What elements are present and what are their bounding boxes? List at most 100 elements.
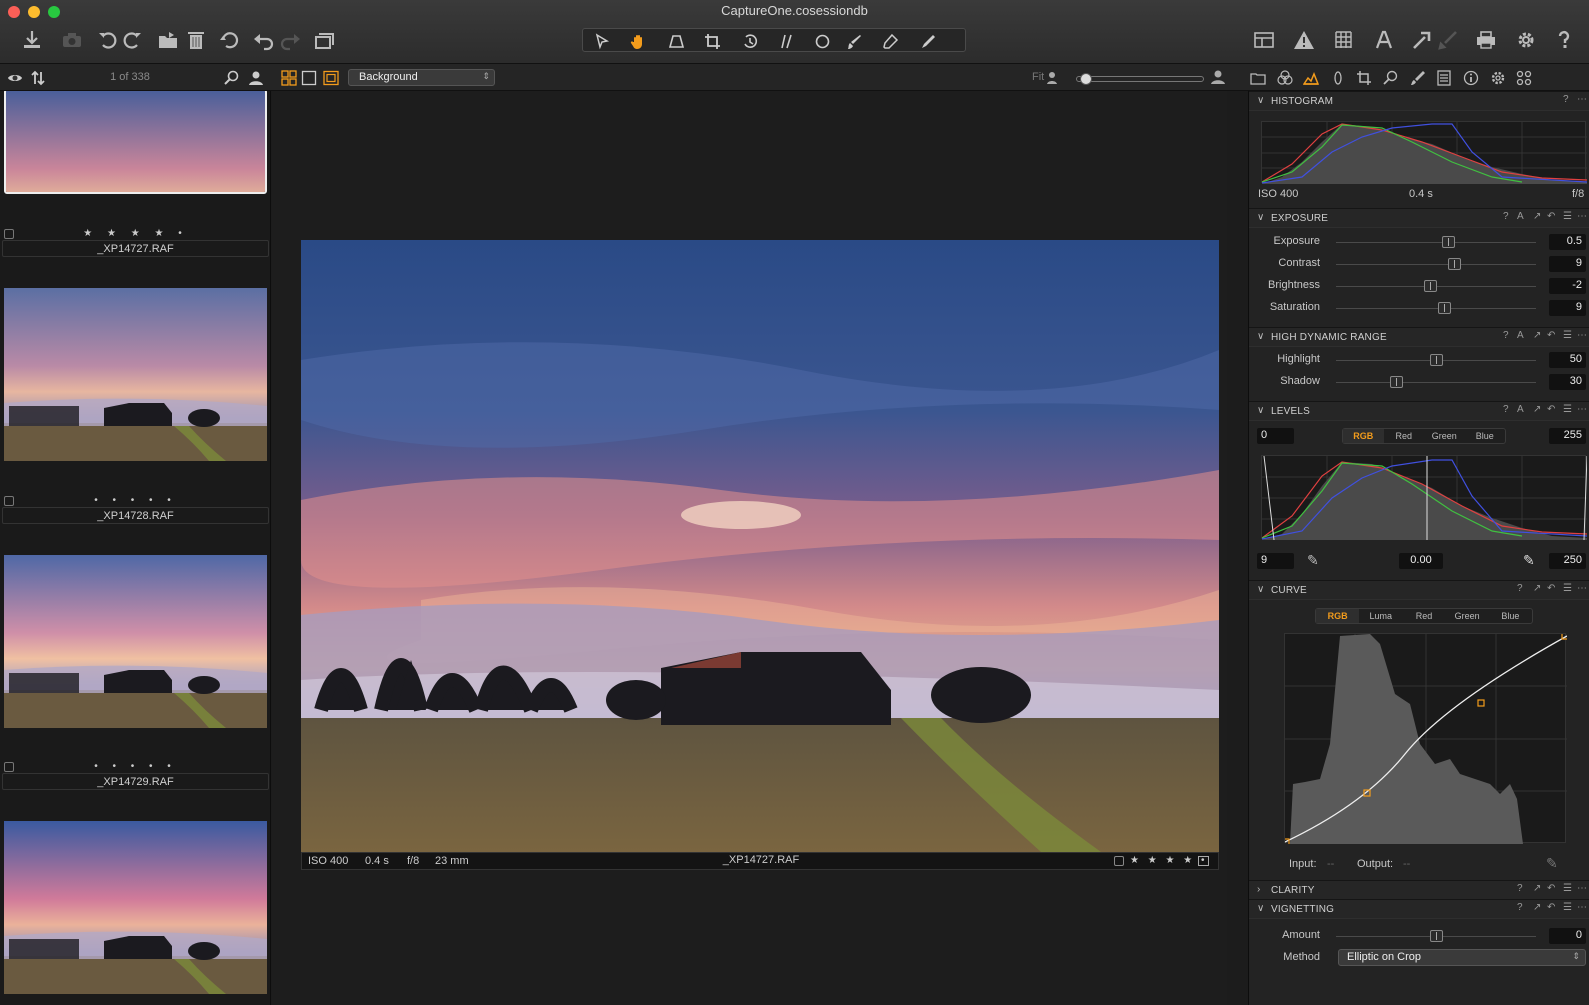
tab-blue[interactable]: Blue: [1465, 429, 1506, 443]
apply-icon[interactable]: ↗: [1533, 583, 1541, 594]
tab-red[interactable]: Red: [1402, 609, 1445, 623]
exposure-value[interactable]: 9: [1549, 300, 1586, 316]
exposure-value[interactable]: -2: [1549, 278, 1586, 294]
tab-green[interactable]: Green: [1446, 609, 1489, 623]
exposure-value[interactable]: 9: [1549, 256, 1586, 272]
search-icon[interactable]: [222, 68, 242, 88]
lens-icon[interactable]: [1328, 68, 1348, 88]
eyedropper-icon[interactable]: ✎: [1307, 552, 1319, 569]
slider-track[interactable]: [1336, 308, 1536, 309]
help-icon[interactable]: ?: [1517, 902, 1523, 913]
help-icon[interactable]: ?: [1517, 583, 1523, 594]
presets-icon[interactable]: ☰: [1563, 883, 1572, 894]
levels-midpoint[interactable]: 0.00: [1399, 553, 1443, 569]
eye-filter-icon[interactable]: [5, 68, 25, 88]
hdr-value[interactable]: 50: [1549, 352, 1586, 368]
thumbnail-image[interactable]: [4, 821, 267, 994]
thumbnail-image[interactable]: [4, 91, 267, 194]
straighten-icon[interactable]: [771, 31, 801, 51]
eyedropper-icon[interactable]: ✎: [1523, 552, 1535, 569]
thumbnail-image[interactable]: [4, 288, 267, 461]
variant-select[interactable]: Background ⇕: [348, 69, 495, 86]
levels-header[interactable]: ∨ LEVELS ? A ↗ ↶ ☰ ⋯: [1249, 401, 1589, 421]
help-icon[interactable]: ?: [1503, 211, 1509, 222]
curve-graph[interactable]: [1282, 632, 1569, 846]
slider-track[interactable]: [1336, 382, 1536, 383]
more-icon[interactable]: ⋯: [1577, 211, 1587, 222]
zoom-slider-knob[interactable]: [1080, 73, 1092, 85]
levels-output-high[interactable]: 250: [1549, 553, 1586, 569]
help-icon[interactable]: ?: [1563, 94, 1569, 105]
caption-checkbox[interactable]: [1114, 856, 1124, 866]
levels-output-low[interactable]: 9: [1257, 553, 1294, 569]
slider-track[interactable]: [1336, 242, 1536, 243]
more-icon[interactable]: ⋯: [1577, 583, 1587, 594]
reset-icon[interactable]: [216, 26, 244, 54]
levels-graph[interactable]: [1261, 455, 1588, 541]
redo-icon[interactable]: [276, 26, 304, 54]
help-icon[interactable]: [1550, 26, 1578, 54]
brush-icon[interactable]: [839, 31, 869, 51]
reset-icon[interactable]: ↶: [1547, 583, 1555, 594]
zoom-slider-track[interactable]: [1076, 76, 1204, 82]
adjustments-list-icon[interactable]: [1434, 68, 1454, 88]
apply-icon[interactable]: ↗: [1533, 211, 1541, 222]
hdr-header[interactable]: ∨ HIGH DYNAMIC RANGE ? A ↗ ↶ ☰ ⋯: [1249, 327, 1589, 347]
single-view-icon[interactable]: [299, 68, 319, 88]
copy-icon[interactable]: [1434, 26, 1462, 54]
camera-icon[interactable]: [58, 26, 86, 54]
more-icon[interactable]: ⋯: [1577, 883, 1587, 894]
more-icon[interactable]: ⋯: [1577, 404, 1587, 415]
slider-knob[interactable]: [1438, 302, 1451, 314]
more-icon[interactable]: ⋯: [1577, 902, 1587, 913]
reset-icon[interactable]: ↶: [1547, 883, 1555, 894]
apply-icon[interactable]: ↗: [1533, 902, 1541, 913]
rotate-icon[interactable]: [735, 31, 765, 51]
copy-adjustments-icon[interactable]: [310, 26, 338, 54]
local-adjust-icon[interactable]: [1408, 68, 1428, 88]
overlay-grid-icon[interactable]: [1330, 26, 1358, 54]
tab-green[interactable]: Green: [1424, 429, 1465, 443]
tab-luma[interactable]: Luma: [1359, 609, 1402, 623]
reset-icon[interactable]: ↶: [1547, 404, 1555, 415]
thumbnail-stars[interactable]: • • • • •: [0, 761, 270, 772]
apply-adjustments-icon[interactable]: [1408, 26, 1436, 54]
settings-gear-icon[interactable]: [1512, 26, 1540, 54]
auto-icon[interactable]: A: [1517, 211, 1524, 222]
tab-rgb[interactable]: RGB: [1316, 609, 1360, 623]
move-to-folder-icon[interactable]: [154, 26, 182, 54]
levels-input-high[interactable]: 255: [1549, 428, 1586, 444]
slider-knob[interactable]: [1430, 930, 1443, 942]
rotate-right-icon[interactable]: [118, 26, 146, 54]
hand-pan-icon[interactable]: [623, 31, 653, 51]
vignetting-method-select[interactable]: Elliptic on Crop ⇕: [1338, 949, 1586, 966]
apply-icon[interactable]: ↗: [1533, 330, 1541, 341]
thumbnail-stars[interactable]: • • • • •: [0, 495, 270, 506]
crop-icon[interactable]: [697, 31, 727, 51]
grid-view-icon[interactable]: [279, 68, 299, 88]
presets-icon[interactable]: ☰: [1563, 211, 1572, 222]
print-icon[interactable]: [1472, 26, 1500, 54]
slider-knob[interactable]: [1448, 258, 1461, 270]
caption-info-icon[interactable]: [1198, 856, 1209, 866]
eraser-icon[interactable]: [875, 31, 905, 51]
vignetting-header[interactable]: ∨ VIGNETTING ? ↗ ↶ ☰ ⋯: [1249, 899, 1589, 919]
reset-icon[interactable]: ↶: [1547, 902, 1555, 913]
slider-knob[interactable]: [1442, 236, 1455, 248]
main-image[interactable]: [301, 240, 1219, 852]
library-folder-icon[interactable]: [1248, 68, 1268, 88]
metadata-icon[interactable]: [1461, 68, 1481, 88]
thumbnail-stars[interactable]: ★ ★ ★ ★ •: [0, 228, 270, 239]
keystone-icon[interactable]: [661, 31, 691, 51]
picker-icon[interactable]: [913, 31, 943, 51]
thumbnail-image[interactable]: [4, 555, 267, 728]
presets-icon[interactable]: ☰: [1563, 902, 1572, 913]
sort-icon[interactable]: [28, 68, 48, 88]
help-icon[interactable]: ?: [1503, 404, 1509, 415]
vignetting-amount-value[interactable]: 0: [1549, 928, 1586, 944]
more-icon[interactable]: ⋯: [1577, 330, 1587, 341]
help-icon[interactable]: ?: [1517, 883, 1523, 894]
grid-layout-icon[interactable]: [1250, 26, 1278, 54]
apply-icon[interactable]: ↗: [1533, 404, 1541, 415]
output-gear-icon[interactable]: [1488, 68, 1508, 88]
